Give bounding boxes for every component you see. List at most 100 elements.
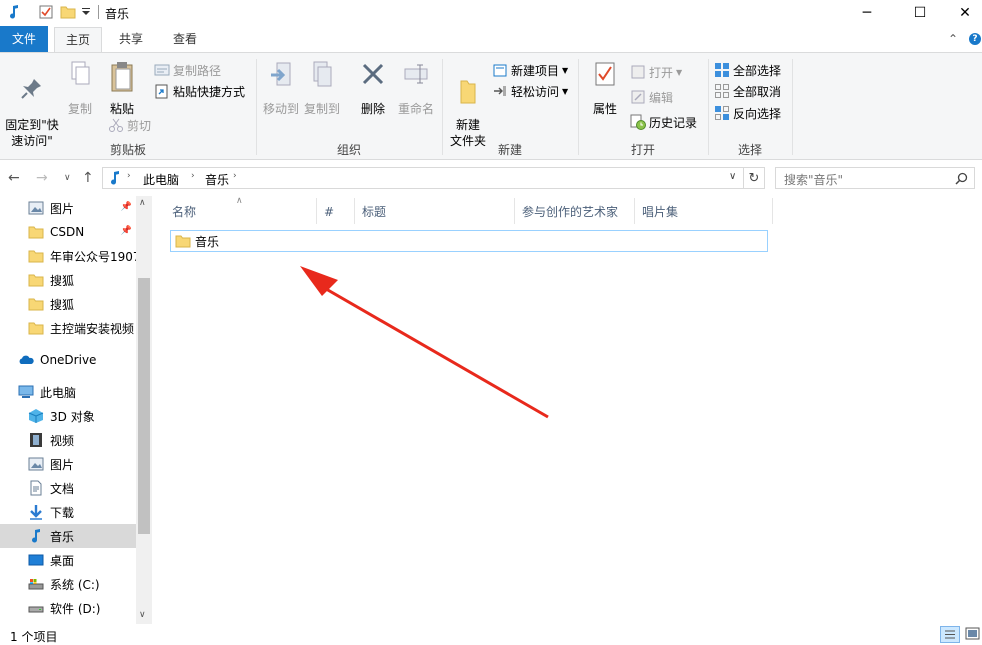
tab-share[interactable]: 共享 [108,27,154,52]
nav-item-this-pc[interactable]: 此电脑 [0,380,136,404]
nav-scrollbar-thumb[interactable] [138,278,150,534]
paste-shortcut-label: 粘贴快捷方式 [173,84,246,99]
invert-selection-label: 反向选择 [733,106,782,121]
breadcrumb-chevron-icon[interactable]: › [127,171,131,181]
back-arrow-icon[interactable]: ← [8,170,20,186]
copy-path-button[interactable]: 复制路径 [154,60,221,80]
nav-item-csdn[interactable]: CSDN 📌 [0,220,136,244]
breadcrumb-chevron-icon[interactable]: › [233,171,237,181]
folder-icon [28,250,44,263]
paste-shortcut-icon [155,84,168,99]
select-all-button[interactable]: 全部选择 [714,60,781,80]
nav-item-folder[interactable]: 年审公众号1907 [0,244,136,268]
delete-button[interactable]: 删除 [356,59,390,117]
details-view-icon[interactable] [940,626,960,643]
select-none-button[interactable]: 全部取消 [714,81,781,101]
title-bar: 音乐 ─ ☐ ✕ [0,0,982,26]
copy-button[interactable]: 复制 [64,59,96,117]
scroll-up-icon[interactable]: ∧ [139,198,146,208]
new-group-label: 新建 [497,143,522,157]
nav-item-label: 图片 [50,201,75,216]
close-button[interactable]: ✕ [942,0,982,26]
select-none-icon [715,84,729,98]
minimize-button[interactable]: ─ [844,0,890,26]
open-button[interactable]: 打开 ▼ [630,62,682,82]
paste-shortcut-button[interactable]: 粘贴快捷方式 [154,81,245,101]
pictures-icon [28,457,44,471]
properties-check-icon[interactable] [38,4,54,20]
new-folder-icon [460,80,476,104]
easy-access-button[interactable]: 轻松访问 ▼ [492,81,568,101]
copy-to-icon [313,61,332,87]
nav-scrollbar[interactable]: ∧ ∨ [136,196,152,624]
new-folder-quick-icon[interactable] [60,4,76,20]
expand-ribbon-icon[interactable]: ⌃ [948,32,958,46]
up-arrow-icon[interactable]: ↑ [82,170,94,186]
move-to-button[interactable]: 移动到 [262,59,300,117]
select-group-label: 选择 [737,143,762,157]
nav-item-label: 此电脑 [40,385,77,400]
select-all-icon [715,63,729,77]
nav-item-downloads[interactable]: 下载 [0,500,136,524]
customize-quick-access-icon[interactable] [78,4,94,20]
paste-button[interactable]: 粘贴 [104,59,140,117]
easy-access-icon [494,86,506,96]
nav-item-label: 年审公众号1907 [50,249,136,264]
cut-button[interactable]: 剪切 [108,115,151,135]
search-input[interactable]: 搜索"音乐" [775,167,975,189]
nav-item-folder[interactable]: 搜狐 [0,268,136,292]
tab-home[interactable]: 主页 [54,27,102,53]
ribbon-tabs: 文件 主页 共享 查看 ⌃ ? [0,26,982,53]
clipboard-group-label: 剪贴板 [109,143,146,157]
nav-item-pictures-quick[interactable]: 图片 📌 [0,196,136,220]
properties-label: 属性 [592,102,617,116]
help-icon[interactable]: ? [969,33,981,45]
properties-button[interactable]: 属性 [588,59,622,117]
edit-button[interactable]: 编辑 [630,87,673,107]
nav-item-onedrive[interactable]: OneDrive [0,348,136,372]
nav-item-pictures[interactable]: 图片 [0,452,136,476]
scissors-icon [109,118,123,132]
nav-item-label: 视频 [50,433,75,448]
nav-item-folder[interactable]: 主控端安装视频 [0,316,136,340]
nav-item-videos[interactable]: 视频 [0,428,136,452]
breadcrumb-music[interactable]: 音乐 [205,171,229,188]
search-icon [955,172,968,185]
nav-item-label: 桌面 [50,553,75,568]
maximize-button[interactable]: ☐ [897,0,943,26]
nav-item-music[interactable]: 音乐 [0,524,136,548]
pictures-icon [28,201,44,215]
scroll-down-icon[interactable]: ∨ [139,610,146,620]
tab-file[interactable]: 文件 [0,26,48,52]
copy-icon [71,61,90,85]
refresh-icon[interactable]: ↻ [743,167,765,189]
address-bar[interactable]: › 此电脑 › 音乐 › ∨ [102,167,744,189]
nav-item-drive-c[interactable]: 系统 (C:) [0,572,136,596]
video-film-icon [30,433,42,447]
open-label: 打开 [649,65,674,80]
copy-to-button[interactable]: 复制到 [303,59,341,117]
recent-locations-chevron-icon[interactable]: ∨ [64,173,71,183]
tab-view[interactable]: 查看 [162,27,208,52]
new-item-button[interactable]: 新建项目 ▼ [492,60,568,80]
copy-path-label: 复制路径 [173,63,222,78]
breadcrumb-this-pc[interactable]: 此电脑 [143,171,179,188]
nav-item-3d-objects[interactable]: 3D 对象 [0,404,136,428]
nav-item-folder[interactable]: 搜狐 [0,292,136,316]
nav-item-label: 图片 [50,457,75,472]
rename-button[interactable]: 重命名 [395,59,437,117]
history-button[interactable]: 历史记录 [630,112,697,132]
breadcrumb-chevron-icon[interactable]: › [191,171,195,181]
nav-item-documents[interactable]: 文档 [0,476,136,500]
desktop-icon [28,554,44,566]
nav-item-desktop[interactable]: 桌面 [0,548,136,572]
invert-selection-button[interactable]: 反向选择 [714,103,781,123]
address-dropdown-icon[interactable]: ∨ [729,171,736,182]
forward-arrow-icon[interactable]: → [36,170,48,186]
open-group-label: 打开 [630,143,655,157]
rename-icon [404,64,428,84]
edit-icon [631,90,645,104]
download-arrow-icon [30,505,42,520]
large-icons-view-icon[interactable] [964,626,982,643]
nav-item-drive-d[interactable]: 软件 (D:) [0,596,136,620]
